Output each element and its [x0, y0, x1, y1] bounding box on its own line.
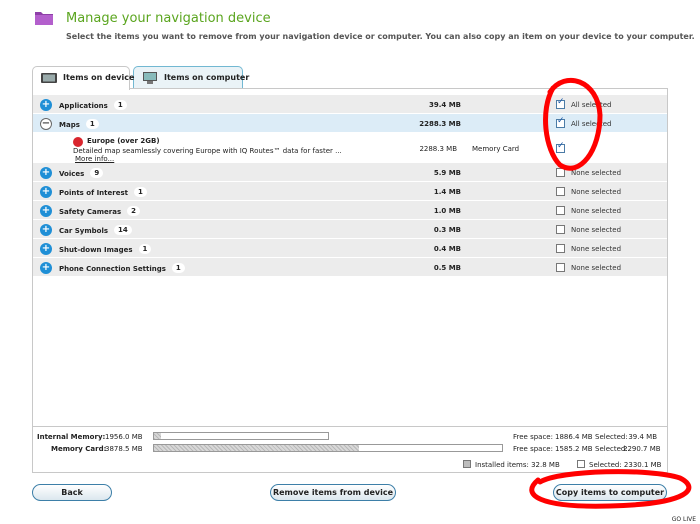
memory-card-label: Memory Card:	[51, 445, 107, 453]
memory-summary: Internal Memory: 1956.0 MB Free space: 1…	[33, 426, 667, 472]
select-checkbox[interactable]	[556, 244, 565, 253]
select-checkbox[interactable]	[556, 187, 565, 196]
count-badge: 1	[113, 100, 127, 110]
count-badge: 1	[85, 119, 99, 129]
selection-status: None selected	[571, 207, 622, 215]
tab-label: Items on computer	[164, 73, 250, 82]
category-name: Safety Cameras	[59, 208, 122, 216]
memory-card-bar	[153, 444, 503, 452]
item-size: 2288.3 MB	[419, 145, 457, 153]
back-button[interactable]: Back	[32, 484, 112, 501]
category-row-phone-connection-settings[interactable]: + Phone Connection Settings 1 0.5 MB None…	[33, 258, 667, 277]
internal-memory-fill	[154, 433, 161, 439]
select-checkbox[interactable]	[556, 263, 565, 272]
selection-status: All selected	[571, 101, 612, 109]
internal-memory-bar	[153, 432, 329, 440]
selection-status: None selected	[571, 169, 622, 177]
count-badge: 14	[114, 225, 132, 235]
device-icon	[41, 73, 57, 83]
selection-status: All selected	[571, 120, 612, 128]
page-subtitle: Select the items you want to remove from…	[66, 32, 695, 41]
count-badge: 1	[133, 187, 147, 197]
card-free-value: 1585.2 MB	[555, 445, 593, 453]
category-name: Applications	[59, 102, 108, 110]
item-location: Memory Card	[472, 145, 520, 153]
card-free-label: Free space:	[513, 445, 553, 453]
category-size: 1.4 MB	[433, 188, 461, 196]
selection-status: None selected	[571, 245, 622, 253]
count-badge: 2	[127, 206, 141, 216]
category-size: 39.4 MB	[428, 101, 461, 109]
category-row-applications[interactable]: + Applications 1 39.4 MB All selected	[33, 95, 667, 114]
selection-status: None selected	[571, 226, 622, 234]
installed-legend-label: Installed items: 32.8 MB	[475, 461, 560, 469]
category-size: 0.4 MB	[433, 245, 461, 253]
memory-card-fill	[154, 445, 360, 451]
category-name: Maps	[59, 121, 80, 129]
category-row-safety-cameras[interactable]: + Safety Cameras 2 1.0 MB None selected	[33, 201, 667, 220]
expand-icon[interactable]: +	[40, 186, 52, 198]
category-name: Points of Interest	[59, 189, 128, 197]
tab-items-on-computer[interactable]: Items on computer	[133, 66, 249, 89]
expand-icon[interactable]: +	[40, 243, 52, 255]
folder-icon	[35, 12, 53, 25]
tab-items-on-device[interactable]: Items on device	[32, 66, 134, 90]
map-marker-icon	[73, 137, 83, 147]
internal-free-label: Free space:	[513, 433, 553, 441]
selected-legend-label: Selected: 2330.1 MB	[589, 461, 662, 469]
header: Manage your navigation device Select the…	[0, 0, 700, 62]
collapse-icon[interactable]: −	[40, 118, 52, 130]
selected-legend-swatch	[577, 460, 585, 468]
select-checkbox[interactable]	[556, 168, 565, 177]
more-info-link[interactable]: More info...	[75, 155, 114, 163]
item-row-europe-map[interactable]: Europe (over 2GB) Detailed map seamlessl…	[33, 133, 667, 163]
item-name: Europe (over 2GB)	[87, 137, 160, 145]
copy-items-button[interactable]: Copy items to computer	[553, 484, 667, 501]
items-panel: + Applications 1 39.4 MB All selected − M…	[32, 88, 668, 473]
category-size: 0.3 MB	[433, 226, 461, 234]
count-badge: 1	[171, 263, 185, 273]
installed-legend-swatch	[463, 460, 471, 468]
category-name: Shut-down Images	[59, 246, 133, 254]
selection-status: None selected	[571, 264, 622, 272]
expand-icon[interactable]: +	[40, 224, 52, 236]
category-size: 1.0 MB	[433, 207, 461, 215]
item-description: Detailed map seamlessly covering Europe …	[73, 147, 342, 155]
page-title: Manage your navigation device	[66, 11, 271, 26]
items-list: + Applications 1 39.4 MB All selected − M…	[33, 95, 667, 277]
expand-icon[interactable]: +	[40, 167, 52, 179]
internal-selected-value: 39.4 MB	[628, 433, 657, 441]
category-row-points-of-interest[interactable]: + Points of Interest 1 1.4 MB None select…	[33, 182, 667, 201]
internal-memory-total: 1956.0 MB	[105, 433, 143, 441]
select-checkbox[interactable]	[556, 141, 565, 153]
expand-icon[interactable]: +	[40, 99, 52, 111]
internal-memory-label: Internal Memory:	[37, 433, 106, 441]
internal-free-value: 1886.4 MB	[555, 433, 593, 441]
computer-icon	[143, 72, 157, 84]
count-badge: 1	[138, 244, 152, 254]
expand-icon[interactable]: +	[40, 262, 52, 274]
card-selected-value: 2290.7 MB	[623, 445, 661, 453]
go-live-label: GO LIVE	[671, 516, 696, 523]
selection-status: None selected	[571, 188, 622, 196]
category-name: Car Symbols	[59, 227, 109, 235]
category-size: 5.9 MB	[433, 169, 461, 177]
select-checkbox[interactable]	[556, 206, 565, 215]
category-name: Voices	[59, 170, 85, 178]
select-checkbox[interactable]	[556, 225, 565, 234]
remove-items-button[interactable]: Remove items from device	[270, 484, 396, 501]
category-row-maps[interactable]: − Maps 1 2288.3 MB All selected	[33, 114, 667, 133]
category-name: Phone Connection Settings	[59, 265, 166, 273]
tab-label: Items on device	[63, 73, 135, 82]
memory-card-total: 3878.5 MB	[105, 445, 143, 453]
select-checkbox[interactable]	[556, 97, 565, 109]
category-size: 0.5 MB	[433, 264, 461, 272]
category-row-voices[interactable]: + Voices 9 5.9 MB None selected	[33, 163, 667, 182]
category-size: 2288.3 MB	[419, 120, 461, 128]
count-badge: 9	[90, 168, 104, 178]
category-row-car-symbols[interactable]: + Car Symbols 14 0.3 MB None selected	[33, 220, 667, 239]
select-checkbox[interactable]	[556, 116, 565, 128]
expand-icon[interactable]: +	[40, 205, 52, 217]
category-row-shut-down-images[interactable]: + Shut-down Images 1 0.4 MB None selected	[33, 239, 667, 258]
